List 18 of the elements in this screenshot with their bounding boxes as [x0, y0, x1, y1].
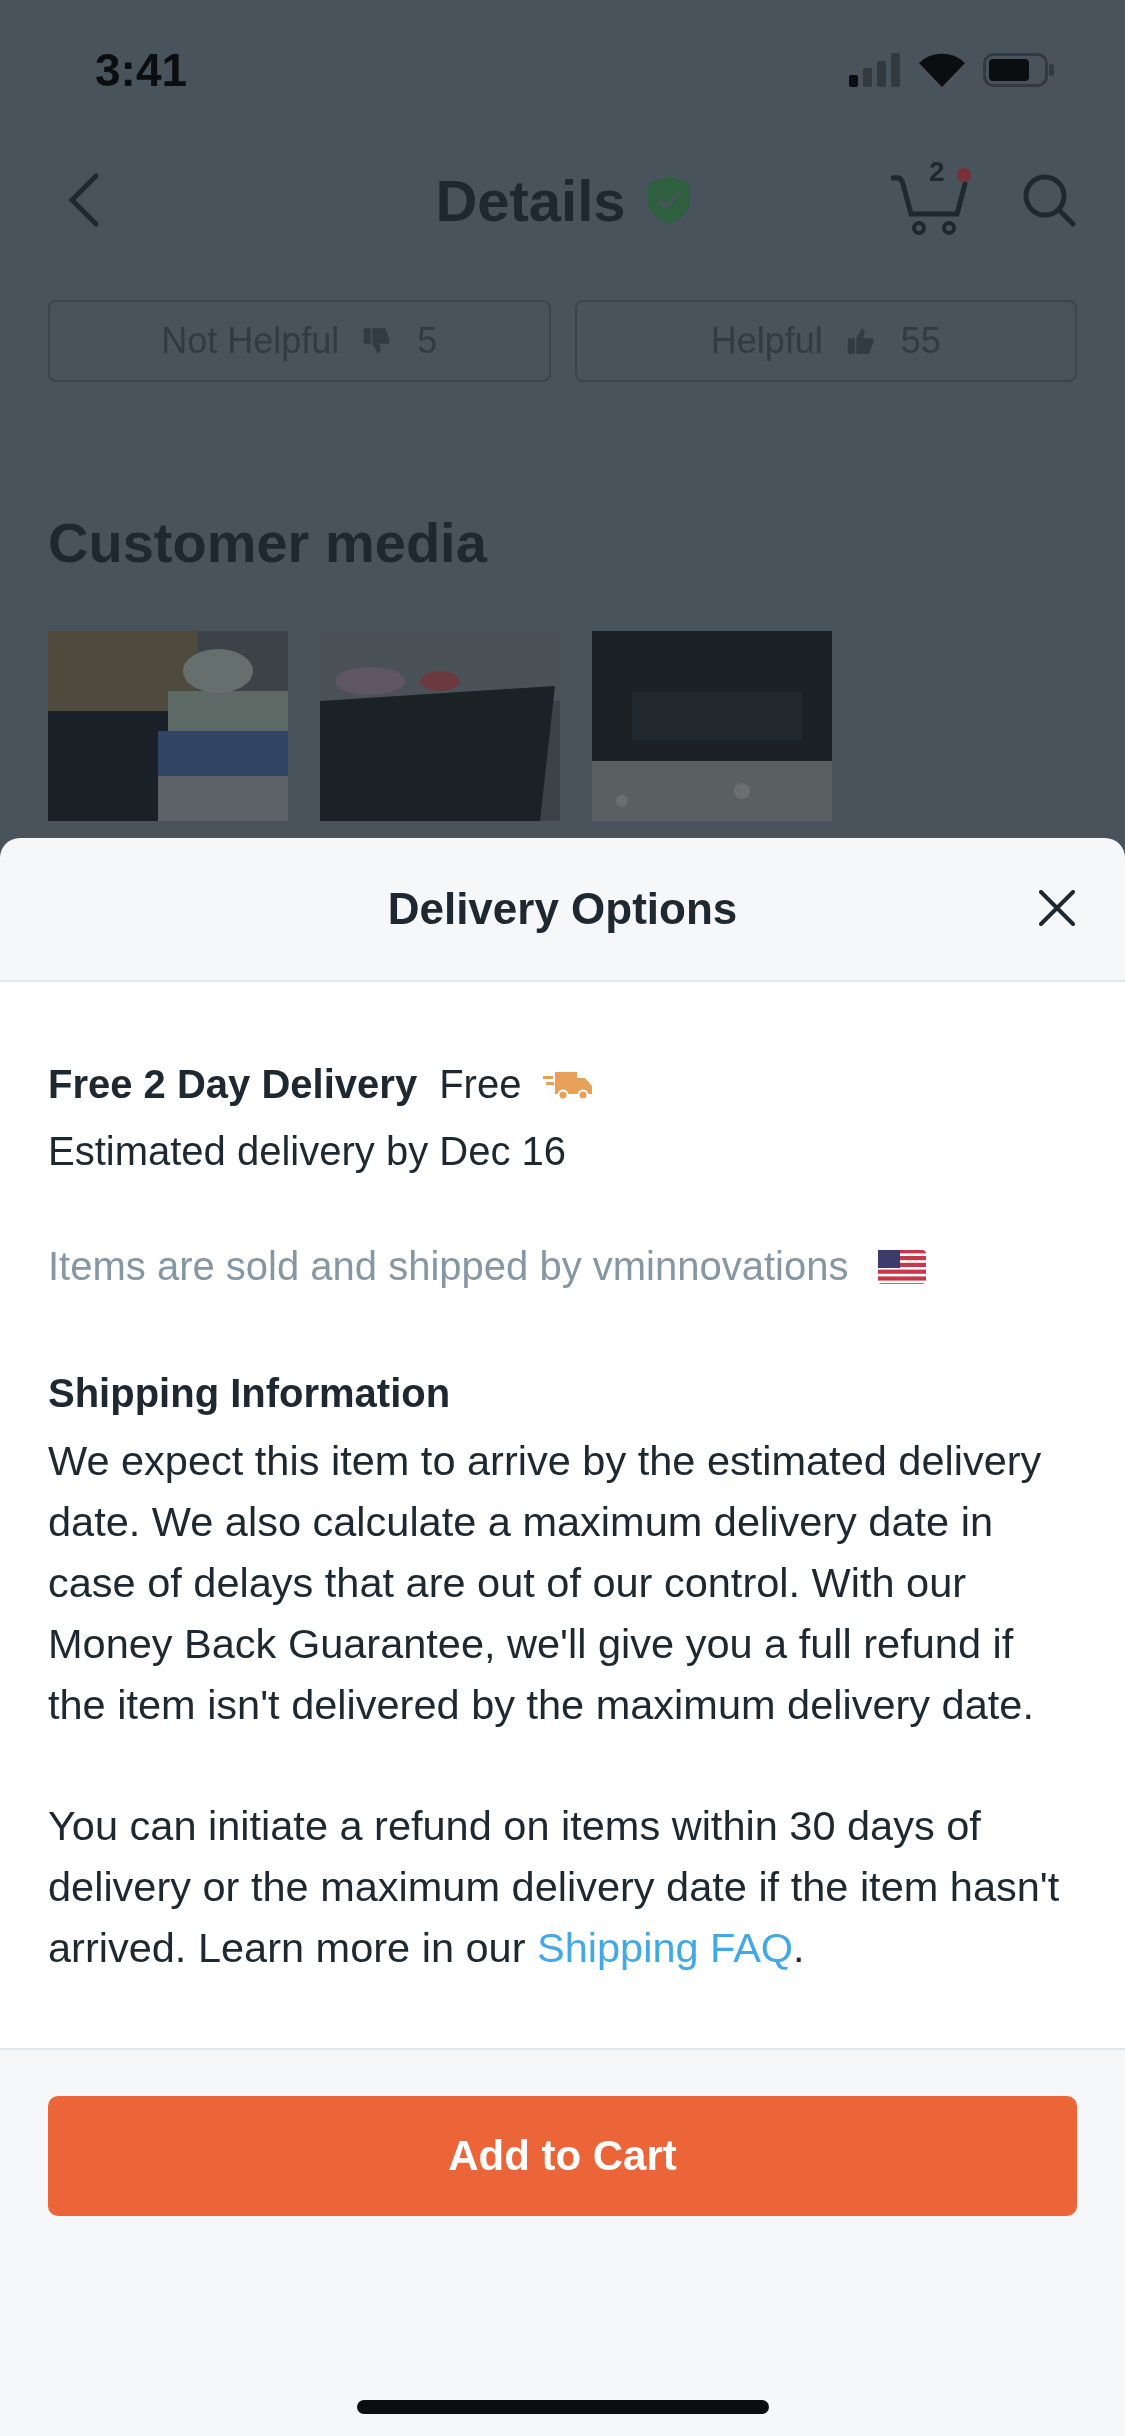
shipping-faq-link[interactable]: Shipping FAQ: [537, 1924, 794, 1971]
section-heading: Shipping Information: [48, 1371, 452, 1416]
paragraph: We expect this item to arrive by the estimated delivery date. We also calculate a maximum delivery date in case of delays that are out of our control. With our Money Back Guarantee, we'll give you a full refund if the item isn't delivered by the maximum delivery date.: [48, 1436, 1043, 1730]
status-time: 3:41: [95, 43, 188, 97]
sheet-title: Delivery Options: [387, 884, 738, 934]
delivery-price: Free: [439, 1062, 522, 1107]
truck-icon: [543, 1069, 594, 1100]
add-to-cart-button[interactable]: Add to Cart: [48, 2096, 1077, 2216]
seller-note: Items are sold and shipped by vminnovations: [48, 1244, 849, 1289]
paragraph: You can initiate a refund on items within 30 days of delivery or the maximum delivery date if the item hasn't arrived. Learn more in our Shipping FAQ.: [48, 1801, 1061, 1973]
flag-icon: [878, 1249, 927, 1284]
wifi-icon: [919, 53, 965, 87]
shield-check-icon: [647, 176, 690, 224]
signal-icon: [849, 53, 901, 87]
search-button[interactable]: [1021, 172, 1077, 228]
battery-icon: [983, 53, 1055, 87]
delivery-option-name: Free 2 Day Delivery: [48, 1062, 418, 1107]
delivery-estimate: Estimated delivery by Dec 16: [48, 1129, 567, 1174]
